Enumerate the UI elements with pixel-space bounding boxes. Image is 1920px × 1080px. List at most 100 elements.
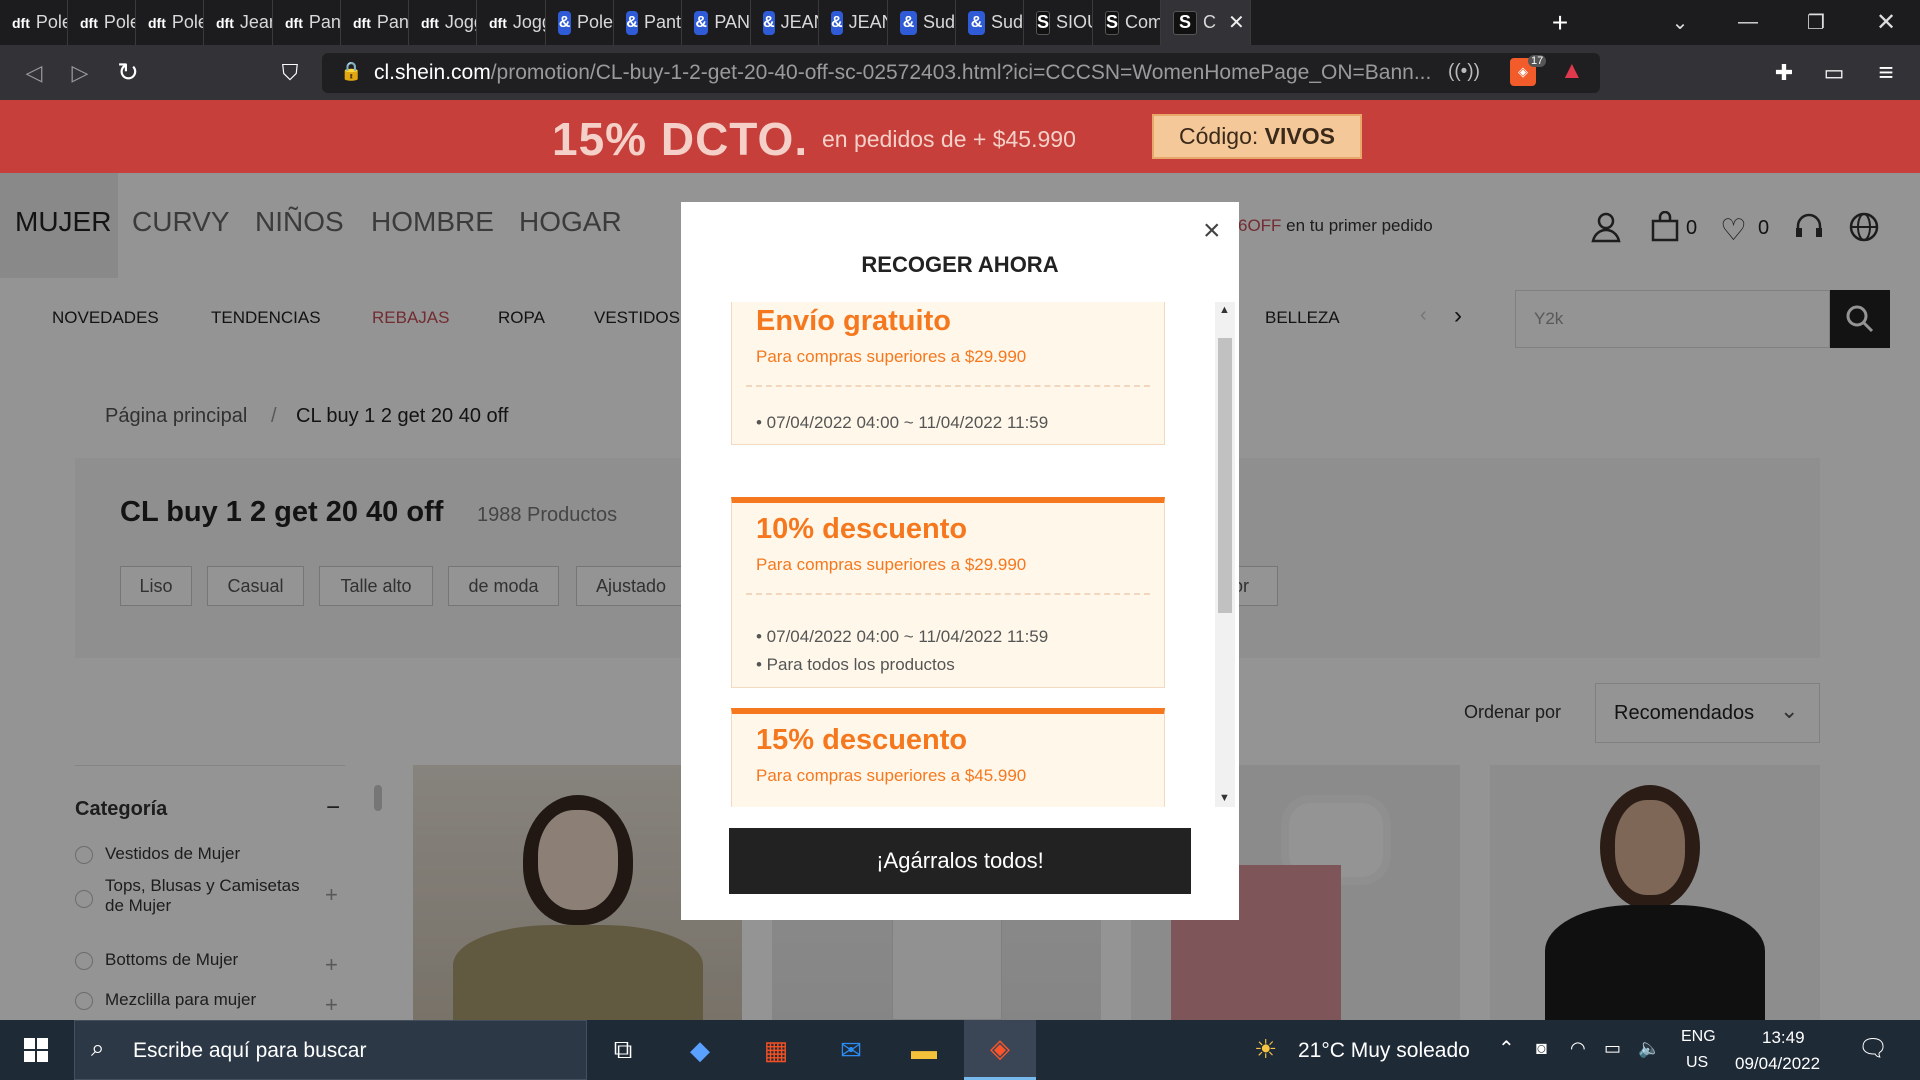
show-hidden-icons[interactable]: ⌃ bbox=[1498, 1036, 1515, 1061]
tab-favicon-icon: S bbox=[1105, 10, 1120, 35]
tab-label: JEAN bbox=[780, 12, 818, 32]
modal-title: RECOGER AHORA bbox=[861, 252, 1059, 277]
tab-label: JEAN bbox=[848, 12, 887, 32]
tab-favicon-icon: & bbox=[763, 10, 775, 35]
close-window-button[interactable]: ✕ bbox=[1856, 0, 1916, 45]
tab-label: Sud bbox=[922, 12, 955, 32]
browser-tab[interactable]: & PAN bbox=[682, 0, 751, 45]
brave-browser-icon[interactable]: ◈ bbox=[964, 1020, 1036, 1080]
tab-favicon-icon: dft bbox=[148, 14, 166, 31]
browser-tab[interactable]: dft Jogg bbox=[477, 0, 546, 45]
browser-tab[interactable]: & Pant bbox=[614, 0, 682, 45]
address-bar[interactable]: 🔒 cl.shein.com/promotion/CL-buy-1-2-get-… bbox=[322, 53, 1600, 93]
browser-tab[interactable]: & Sud bbox=[956, 0, 1024, 45]
tab-favicon-icon: S bbox=[1173, 10, 1197, 35]
close-icon[interactable]: × bbox=[1203, 214, 1221, 248]
minimize-button[interactable]: — bbox=[1718, 0, 1778, 45]
taskbar-search[interactable]: ⌕ Escribe aquí para buscar bbox=[74, 1020, 587, 1080]
weather-text[interactable]: 21°C Muy soleado bbox=[1298, 1039, 1470, 1063]
coupon-list[interactable]: Envío gratuito Para compras superiores a… bbox=[731, 302, 1165, 807]
browser-tab[interactable]: &JEAN bbox=[819, 0, 888, 45]
tab-label: SIOU bbox=[1056, 12, 1092, 32]
browser-tab[interactable]: S C ✕ bbox=[1161, 0, 1251, 45]
tab-favicon-icon: & bbox=[558, 10, 571, 35]
reload-button[interactable]: ↻ bbox=[106, 45, 150, 100]
browser-tab[interactable]: S Com bbox=[1093, 0, 1161, 45]
task-view-icon[interactable]: ⧉ bbox=[587, 1020, 659, 1080]
grab-all-button[interactable]: ¡Agárralos todos! bbox=[729, 828, 1191, 894]
tab-favicon-icon: & bbox=[831, 10, 843, 35]
coupon-condition: Para compras superiores a $29.990 bbox=[756, 347, 1027, 366]
store-icon[interactable]: ▦ bbox=[740, 1020, 812, 1080]
tab-label: Pant bbox=[376, 12, 409, 32]
taskbar-search-placeholder: Escribe aquí para buscar bbox=[133, 1039, 367, 1062]
promo-headline: 15% DCTO. bbox=[552, 113, 809, 165]
weather-icon[interactable]: ☀ bbox=[1254, 1034, 1277, 1065]
windows-start-icon[interactable] bbox=[0, 1020, 72, 1080]
browser-tab[interactable]: dft Jogg bbox=[409, 0, 477, 45]
forward-button[interactable]: ▷ bbox=[58, 45, 102, 100]
tab-favicon-icon: dft bbox=[489, 14, 507, 31]
battery-icon[interactable]: ▭ bbox=[1604, 1038, 1621, 1059]
brave-rewards-icon[interactable]: ▲ bbox=[1560, 57, 1584, 85]
coupon-divider bbox=[746, 593, 1150, 595]
scrollbar-thumb[interactable] bbox=[1218, 338, 1232, 613]
browser-tab[interactable]: dft Pant bbox=[341, 0, 409, 45]
browser-tab[interactable]: dft Jean bbox=[204, 0, 273, 45]
tab-label: Jogg bbox=[444, 12, 476, 32]
browser-tab[interactable]: dft Pole bbox=[136, 0, 204, 45]
tab-favicon-icon: dft bbox=[216, 14, 234, 31]
scroll-up-icon[interactable]: ▲ bbox=[1219, 304, 1230, 316]
tab-label: Pant bbox=[643, 12, 681, 32]
browser-tab[interactable]: dft Pole bbox=[68, 0, 136, 45]
browser-tab[interactable]: dft Pole bbox=[0, 0, 68, 45]
shield-count-badge: 17 bbox=[1528, 55, 1547, 67]
wifi-icon[interactable]: ◠ bbox=[1570, 1038, 1586, 1059]
broadcast-icon[interactable]: ((•)) bbox=[1448, 61, 1480, 83]
browser-tab[interactable]: & Sud bbox=[888, 0, 956, 45]
dropbox-icon[interactable]: ◆ bbox=[664, 1020, 736, 1080]
language-indicator[interactable]: ENG bbox=[1681, 1028, 1716, 1046]
wallet-icon[interactable]: ▭ bbox=[1812, 45, 1856, 100]
promo-banner[interactable]: 15% DCTO. en pedidos de + $45.990 Código… bbox=[0, 100, 1920, 173]
taskbar: ⌕ Escribe aquí para buscar ⧉ ◆ ▦ ✉ ▬ ◈ ☀… bbox=[0, 1020, 1920, 1080]
tab-favicon-icon: dft bbox=[285, 14, 303, 31]
search-icon: ⌕ bbox=[91, 1035, 105, 1062]
tab-favicon-icon: S bbox=[1036, 10, 1051, 35]
camera-icon[interactable]: ◙ bbox=[1536, 1038, 1547, 1059]
coupon-card: Envío gratuito Para compras superiores a… bbox=[731, 302, 1165, 445]
tab-favicon-icon: & bbox=[968, 10, 985, 35]
mail-icon[interactable]: ✉ bbox=[815, 1020, 887, 1080]
restore-button[interactable]: ❐ bbox=[1786, 0, 1846, 45]
scroll-down-icon[interactable]: ▼ bbox=[1219, 792, 1230, 804]
coupon-validity: • 07/04/2022 04:00 ~ 11/04/2022 11:59 bbox=[756, 627, 1049, 646]
tab-label: Com bbox=[1125, 12, 1161, 32]
promo-condition: en pedidos de + $45.990 bbox=[822, 126, 1076, 152]
coupon-title: Envío gratuito bbox=[756, 305, 951, 337]
close-tab-icon[interactable]: ✕ bbox=[1228, 10, 1245, 35]
clock-time[interactable]: 13:49 bbox=[1762, 1028, 1805, 1048]
modal-scrollbar[interactable]: ▲ ▼ bbox=[1215, 302, 1235, 807]
tab-favicon-icon: dft bbox=[353, 14, 371, 31]
extensions-icon[interactable]: ✚ bbox=[1762, 45, 1806, 100]
browser-tab[interactable]: dft Pant bbox=[273, 0, 341, 45]
back-button[interactable]: ◁ bbox=[12, 45, 56, 100]
tab-favicon-icon: & bbox=[900, 10, 917, 35]
bookmark-icon[interactable]: ⛉ bbox=[268, 45, 312, 100]
menu-icon[interactable]: ≡ bbox=[1864, 45, 1908, 100]
tab-search-icon[interactable]: ⌄ bbox=[1650, 0, 1710, 45]
lock-icon: 🔒 bbox=[340, 61, 363, 81]
file-explorer-icon[interactable]: ▬ bbox=[888, 1020, 960, 1080]
notification-icon[interactable]: 🗨 bbox=[1858, 1034, 1888, 1063]
url-text: cl.shein.com/promotion/CL-buy-1-2-get-20… bbox=[374, 61, 1432, 84]
clock-date[interactable]: 09/04/2022 bbox=[1735, 1054, 1820, 1074]
browser-tab-strip: dftPoledftPoledftPoledftJeandftPantdftPa… bbox=[0, 0, 1920, 45]
browser-tab[interactable]: &JEAN bbox=[751, 0, 819, 45]
new-tab-button[interactable]: + bbox=[1540, 0, 1580, 45]
volume-icon[interactable]: 🔈 bbox=[1638, 1038, 1660, 1059]
tab-favicon-icon: dft bbox=[80, 14, 98, 31]
browser-tab[interactable]: SSIOU bbox=[1024, 0, 1093, 45]
coupon-modal: × RECOGER AHORA Envío gratuito Para comp… bbox=[681, 202, 1239, 920]
browser-tab[interactable]: & Pole bbox=[546, 0, 614, 45]
tab-favicon-icon: dft bbox=[12, 14, 30, 31]
